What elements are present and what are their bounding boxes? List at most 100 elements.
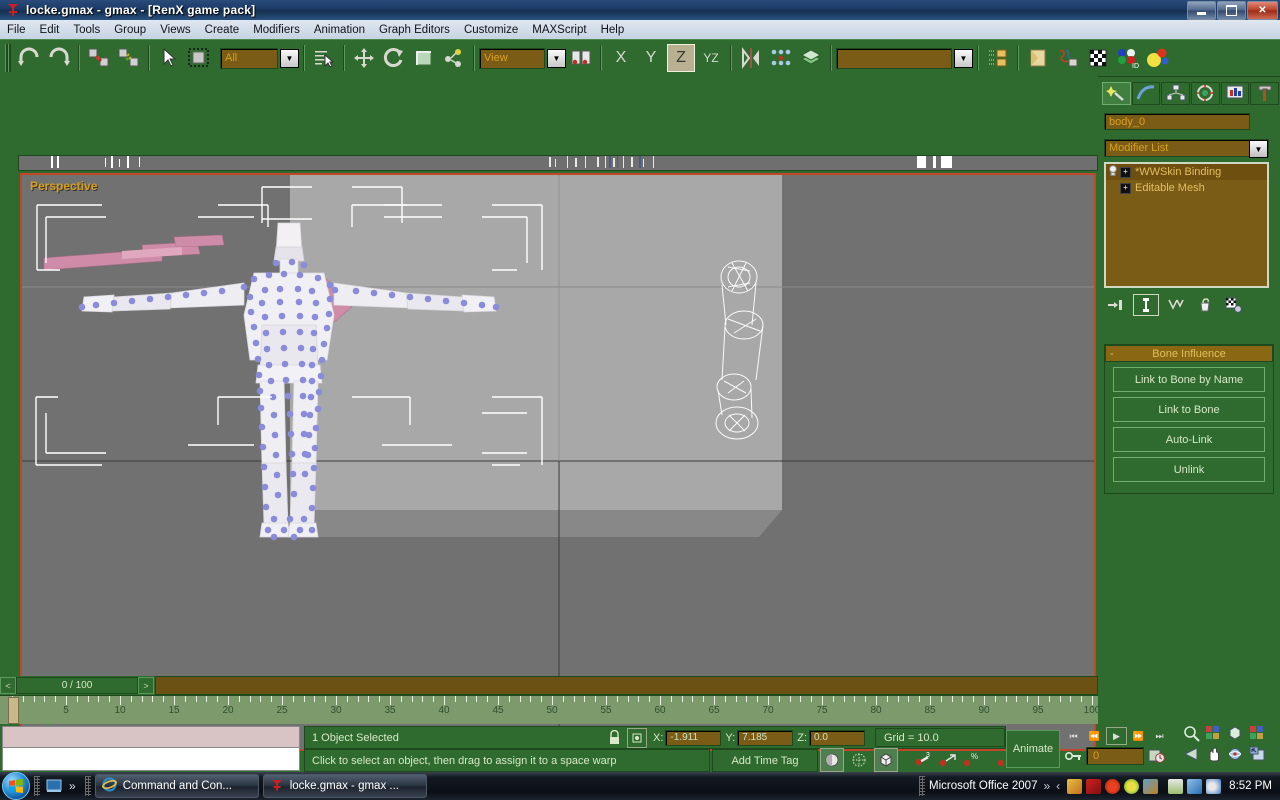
- menu-item-modifiers[interactable]: Modifiers: [246, 22, 307, 38]
- windows-start-orb[interactable]: [2, 772, 30, 800]
- link-to-bone-button[interactable]: Link to Bone: [1113, 397, 1265, 422]
- select-and-move-icon[interactable]: [350, 44, 378, 72]
- undo-arrow-icon[interactable]: [15, 44, 43, 72]
- previous-frame-icon[interactable]: ⏪: [1085, 728, 1104, 744]
- restrict-to-z-axis-button[interactable]: Z: [667, 44, 695, 72]
- tray-grip[interactable]: [919, 776, 925, 796]
- go-to-start-icon[interactable]: ⏮: [1064, 728, 1083, 744]
- display-tab[interactable]: [1221, 82, 1250, 105]
- next-frame-icon[interactable]: ⏩: [1129, 728, 1148, 744]
- chevron-down-icon[interactable]: ▼: [547, 49, 566, 68]
- menu-item-maxscript[interactable]: MAXScript: [525, 22, 593, 38]
- select-and-rotate-icon[interactable]: [380, 44, 408, 72]
- menu-item-create[interactable]: Create: [198, 22, 247, 38]
- zoom-extents-icon[interactable]: [1226, 725, 1245, 741]
- auto-link-button[interactable]: Auto-Link: [1113, 427, 1265, 452]
- box-toggle-icon[interactable]: [874, 748, 898, 772]
- object-name-field[interactable]: body_0: [1104, 113, 1250, 130]
- shaded-toggle-icon[interactable]: [820, 748, 844, 772]
- mirror-icon[interactable]: [737, 44, 765, 72]
- make-unique-icon[interactable]: [1164, 295, 1188, 315]
- rectangular-selection-region-icon[interactable]: [185, 44, 213, 72]
- taskbar-grip[interactable]: [85, 776, 91, 796]
- antivirus-icon[interactable]: [1124, 779, 1139, 794]
- configure-modifier-sets-icon[interactable]: [1222, 295, 1246, 315]
- play-animation-icon[interactable]: ▶: [1106, 727, 1127, 745]
- key-percent-icon[interactable]: %: [962, 750, 982, 770]
- use-pivot-point-center-icon[interactable]: [567, 44, 595, 72]
- create-tab[interactable]: [1102, 82, 1131, 105]
- menu-item-customize[interactable]: Customize: [457, 22, 525, 38]
- time-slider-handle[interactable]: [8, 697, 19, 724]
- menu-item-tools[interactable]: Tools: [66, 22, 107, 38]
- toolbar-grip[interactable]: [5, 44, 11, 72]
- selection-lock-icon[interactable]: [605, 729, 623, 747]
- viewport-top-strip[interactable]: [18, 155, 1098, 171]
- arc-rotate-icon[interactable]: [1226, 746, 1245, 762]
- layer-manager-icon[interactable]: [797, 44, 825, 72]
- schematic-view-icon[interactable]: [1054, 44, 1082, 72]
- maximize-button[interactable]: [1217, 1, 1246, 20]
- array-icon[interactable]: [440, 44, 468, 72]
- chevron-down-icon[interactable]: ▼: [280, 49, 299, 68]
- add-time-tag-button[interactable]: Add Time Tag: [712, 749, 818, 772]
- curve-editor-icon[interactable]: [984, 44, 1012, 72]
- battery-icon[interactable]: [1168, 779, 1183, 794]
- zoom-extents-all-icon[interactable]: [1248, 725, 1267, 741]
- show-end-result-icon[interactable]: [1133, 294, 1159, 316]
- zoom-all-icon[interactable]: [1204, 725, 1223, 741]
- tray-chevron-icon[interactable]: ‹: [1056, 779, 1060, 793]
- menu-item-views[interactable]: Views: [153, 22, 197, 38]
- restrict-to-yz-plane-button[interactable]: YZ: [697, 44, 725, 72]
- bone-influence-header[interactable]: - Bone Influence: [1105, 345, 1273, 362]
- field-of-view-icon[interactable]: [1182, 746, 1201, 762]
- time-configuration-icon[interactable]: [1147, 748, 1166, 764]
- collapse-icon[interactable]: -: [1110, 348, 1114, 360]
- quicklaunch-grip[interactable]: [34, 776, 40, 796]
- x-coordinate-field[interactable]: -1.911: [665, 730, 721, 746]
- menu-item-edit[interactable]: Edit: [33, 22, 67, 38]
- time-slider-ruler[interactable]: 5101520253035404550556065707580859095100: [0, 695, 1098, 724]
- light-bulb-icon[interactable]: [1108, 165, 1120, 180]
- redo-arrow-icon[interactable]: [45, 44, 73, 72]
- material-id-icon[interactable]: ID: [1114, 44, 1142, 72]
- current-frame-display[interactable]: 0 / 100: [16, 677, 138, 694]
- modifier-stack-item-editable-mesh[interactable]: + Editable Mesh: [1106, 180, 1267, 196]
- expand-icon[interactable]: +: [1120, 167, 1131, 178]
- absolute-relative-transform-icon[interactable]: [627, 728, 647, 748]
- perspective-viewport[interactable]: Perspective: [20, 173, 1096, 751]
- select-object-arrow-icon[interactable]: [155, 44, 183, 72]
- restrict-to-y-axis-button[interactable]: Y: [637, 44, 665, 72]
- modifier-stack-item-wwskin[interactable]: + *WWSkin Binding: [1106, 164, 1267, 180]
- utilities-tab[interactable]: [1250, 82, 1279, 105]
- select-by-name-icon[interactable]: [310, 44, 338, 72]
- track-bar-keys-area[interactable]: [155, 676, 1098, 695]
- render-scene-icon[interactable]: [1024, 44, 1052, 72]
- menu-item-help[interactable]: Help: [594, 22, 632, 38]
- close-button[interactable]: ✕: [1247, 1, 1278, 20]
- taskbar-clock[interactable]: 8:52 PM: [1229, 780, 1272, 792]
- pan-hand-icon[interactable]: [1204, 746, 1223, 762]
- show-desktop-icon[interactable]: [44, 777, 64, 795]
- color-clipboard-icon[interactable]: [1144, 44, 1172, 72]
- office-icon[interactable]: [1067, 779, 1082, 794]
- tray-group-label[interactable]: Microsoft Office 2007: [929, 780, 1037, 792]
- hierarchy-tab[interactable]: [1161, 82, 1190, 105]
- select-and-scale-icon[interactable]: [410, 44, 438, 72]
- pin-stack-icon[interactable]: [1104, 295, 1128, 315]
- modifier-list-dropdown[interactable]: Modifier List ▼: [1104, 139, 1269, 157]
- chevron-down-icon[interactable]: ▼: [954, 49, 973, 68]
- tray-expand-icon[interactable]: »: [1043, 779, 1050, 793]
- modify-tab[interactable]: [1132, 82, 1161, 105]
- set-key-3-icon[interactable]: 3: [914, 750, 934, 770]
- motion-tab[interactable]: [1191, 82, 1220, 105]
- key-filters-icon[interactable]: [938, 750, 958, 770]
- minimize-button[interactable]: [1187, 1, 1216, 20]
- menu-item-animation[interactable]: Animation: [307, 22, 372, 38]
- network-icon[interactable]: [1187, 779, 1202, 794]
- go-to-end-icon[interactable]: ⏭: [1150, 728, 1169, 744]
- key-frame-field[interactable]: 0: [1086, 747, 1144, 765]
- min-max-viewport-toggle-icon[interactable]: [1248, 746, 1267, 762]
- align-icon[interactable]: [767, 44, 795, 72]
- previous-key-arrow[interactable]: <: [0, 677, 16, 694]
